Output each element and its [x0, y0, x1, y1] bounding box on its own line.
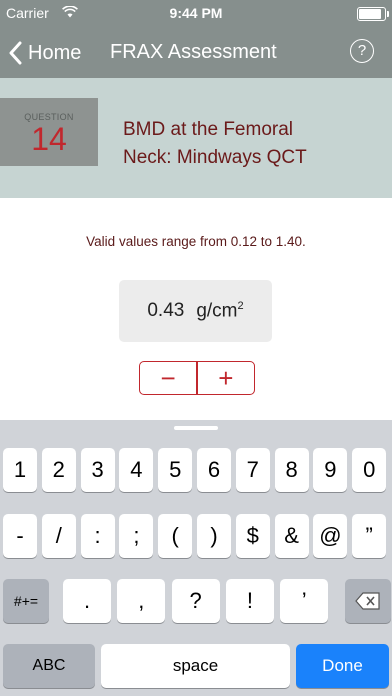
punctuation-key-2[interactable]: ? [171, 579, 220, 623]
value-field[interactable]: 0.43 g/cm2 [119, 280, 272, 342]
punctuation-key-0[interactable]: . [63, 579, 111, 623]
symbol-key-2[interactable]: : [80, 514, 115, 558]
question-text: BMD at the Femoral Neck: Mindways QCT [123, 116, 307, 172]
digit-key-1[interactable]: 2 [41, 448, 76, 492]
done-key[interactable]: Done [296, 644, 389, 688]
symbol-key-9[interactable]: ” [352, 514, 387, 558]
backspace-icon [355, 592, 380, 610]
increment-button[interactable]: + [198, 362, 254, 394]
unit-label: g/cm2 [196, 300, 243, 322]
help-button[interactable]: ? [350, 39, 374, 63]
abc-key[interactable]: ABC [3, 644, 95, 688]
question-number-box: QUESTION 14 [0, 98, 98, 166]
digit-key-7[interactable]: 8 [274, 448, 309, 492]
keyboard: 1234567890 - /:;() $ & @” #+= .,?!’ ABC spac… [0, 420, 392, 696]
punctuation-key-4[interactable]: ’ [280, 579, 329, 623]
status-time: 9:44 PM [169, 5, 223, 21]
digit-key-9[interactable]: 0 [352, 448, 387, 492]
nav-title: FRAX Assessment [110, 41, 277, 63]
symbols-toggle-key[interactable]: #+= [3, 579, 49, 623]
keyboard-handle [174, 426, 218, 430]
delete-key[interactable] [345, 579, 391, 623]
symbol-key-1[interactable]: / [41, 514, 76, 558]
question-header: QUESTION 14 BMD at the Femoral Neck: Min… [0, 78, 392, 198]
digit-key-2[interactable]: 3 [80, 448, 115, 492]
digit-key-5[interactable]: 6 [197, 448, 231, 492]
back-label: Home [28, 41, 82, 64]
symbol-key-5[interactable]: ) [197, 514, 231, 558]
unit-superscript: 2 [237, 299, 244, 312]
value-stepper: − + [139, 361, 255, 395]
space-key[interactable]: space [101, 644, 290, 688]
question-label: QUESTION [24, 112, 74, 122]
navigation-bar: Home FRAX Assessment ? [0, 28, 392, 78]
punctuation-key-1[interactable]: , [117, 579, 166, 623]
digit-key-0[interactable]: 1 [3, 448, 37, 492]
punctuation-key-3[interactable]: ! [225, 579, 274, 623]
valid-range-text: Valid values range from 0.12 to 1.40. [86, 234, 306, 249]
digit-key-4[interactable]: 5 [158, 448, 193, 492]
symbol-key-3[interactable]: ; [119, 514, 154, 558]
decrement-button[interactable]: − [140, 362, 196, 394]
symbol-key-4[interactable]: ( [158, 514, 193, 558]
question-text-line1: BMD at the Femoral [123, 119, 293, 140]
symbol-key-6[interactable]: $ [235, 514, 270, 558]
symbol-key-0[interactable]: - [3, 514, 37, 558]
digit-key-8[interactable]: 9 [313, 448, 348, 492]
back-button[interactable]: Home [8, 38, 81, 68]
question-text-line2: Neck: Mindways QCT [123, 147, 307, 168]
digit-key-3[interactable]: 4 [119, 448, 154, 492]
chevron-left-icon [9, 41, 22, 65]
unit-text: g/cm [196, 300, 238, 322]
value-text: 0.43 [147, 300, 185, 321]
digit-key-6[interactable]: 7 [235, 448, 270, 492]
status-bar: Carrier 9:44 PM [0, 0, 392, 28]
question-number: 14 [31, 121, 67, 157]
symbol-key-8[interactable]: @ [313, 514, 348, 558]
battery-icon [357, 7, 389, 21]
symbol-key-7[interactable]: & [274, 514, 309, 558]
